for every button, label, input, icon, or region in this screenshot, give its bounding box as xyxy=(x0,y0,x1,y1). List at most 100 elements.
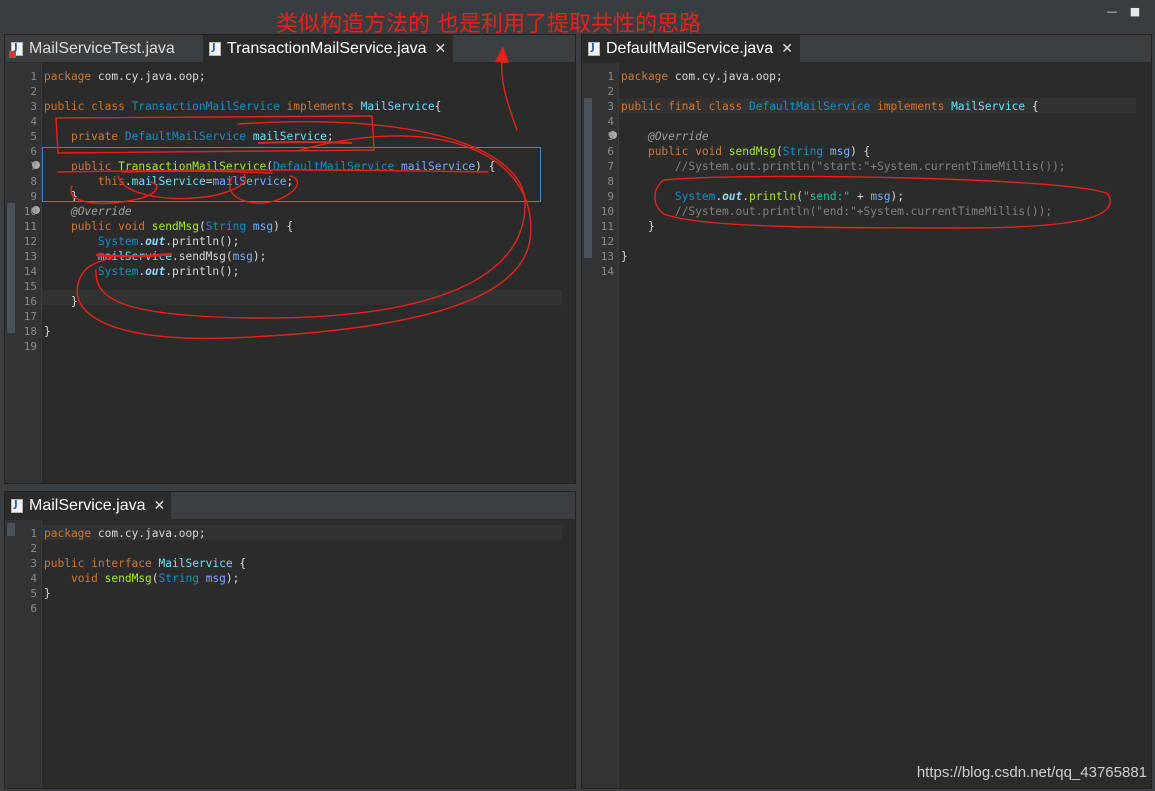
line-number: 11 xyxy=(23,220,37,233)
code-token: MailService xyxy=(360,100,435,113)
code-token: } xyxy=(44,325,51,338)
line-number: 2 xyxy=(30,85,37,98)
code-line[interactable]: @Override xyxy=(621,129,709,144)
line-number: 15 xyxy=(23,280,37,293)
code-token: { xyxy=(239,557,247,570)
code-line[interactable]: //System.out.println("start:"+System.cur… xyxy=(621,159,1066,174)
code-editor[interactable]: 1 2 3 4 5 6 package com.cy.java.oop; public in… xyxy=(5,520,575,788)
code-token: sendMsg xyxy=(151,220,199,233)
line-number-gutter: 1 2 3 4 5 6 7 8 9 10 11 12 13 14 15 16 17 18 19 xyxy=(5,63,42,483)
watermark: https://blog.csdn.net/qq_43765881 xyxy=(916,764,1147,781)
minimize-icon[interactable]: — xyxy=(1106,6,1118,18)
tab-mail-service[interactable]: MailService.java ✕ xyxy=(5,492,171,520)
code-token: public interface xyxy=(44,557,159,570)
code-token: public final class xyxy=(621,100,749,113)
editor-pane-mail-service: MailService.java ✕ 1 2 3 4 5 6 package com.cy… xyxy=(4,491,576,789)
tab-transaction-mail-service[interactable]: TransactionMailService.java ✕ xyxy=(203,35,453,63)
code-token: sendMsg xyxy=(104,572,152,585)
code-area[interactable]: package com.cy.java.oop; public interface… xyxy=(42,520,575,788)
code-line[interactable]: } xyxy=(44,294,78,309)
tab-strip: DefaultMailService.java ✕ xyxy=(582,35,1151,63)
code-token: msg xyxy=(205,572,226,585)
code-token: { xyxy=(434,100,442,113)
code-line[interactable]: public interface MailService { xyxy=(44,556,246,571)
code-line[interactable]: public void sendMsg(String msg) { xyxy=(44,219,293,234)
tab-strip: MailService.java ✕ xyxy=(5,492,575,520)
code-token: } xyxy=(621,220,655,233)
code-line[interactable]: mailService.sendMsg(msg); xyxy=(44,249,266,264)
code-line[interactable]: @Override xyxy=(44,204,132,219)
tab-label: MailService.java xyxy=(29,497,146,514)
code-editor[interactable]: 1 2 3 4 5 6 7 8 9 10 11 12 13 14 package com.cy.java.… xyxy=(582,63,1151,788)
code-line[interactable]: } xyxy=(621,249,628,264)
line-number-gutter: 1 2 3 4 5 6 xyxy=(5,520,42,788)
code-token: } xyxy=(44,295,78,308)
tab-default-mail-service[interactable]: DefaultMailService.java ✕ xyxy=(582,35,800,63)
code-token: System xyxy=(97,265,139,278)
tab-label: MailServiceTest.java xyxy=(29,40,175,57)
code-line[interactable]: private DefaultMailService mailService; xyxy=(44,129,334,144)
code-token: ( xyxy=(198,220,206,233)
code-token: } xyxy=(44,587,51,600)
code-token: msg xyxy=(829,145,851,158)
line-number: 9 xyxy=(607,190,614,203)
code-line[interactable]: void sendMsg(String msg); xyxy=(44,571,239,586)
line-number: 2 xyxy=(30,542,37,555)
code-token: String xyxy=(782,145,830,158)
line-number: 10 xyxy=(600,205,614,218)
code-token: "send:" xyxy=(802,190,851,203)
code-token: mailService xyxy=(252,130,327,143)
line-number: 1 xyxy=(30,527,37,540)
code-editor[interactable]: 1 2 3 4 5 6 7 8 9 10 11 12 13 14 15 16 17 18 19 package co… xyxy=(5,63,575,483)
line-number: 8 xyxy=(30,175,37,188)
code-line[interactable]: System.out.println("send:" + msg); xyxy=(621,189,904,204)
close-icon[interactable]: ✕ xyxy=(434,41,446,57)
tab-mail-service-test[interactable]: MailServiceTest.java xyxy=(5,35,201,63)
code-token: ) { xyxy=(273,220,294,233)
code-area[interactable]: package com.cy.java.oop; public final cla… xyxy=(619,63,1151,788)
line-number: 2 xyxy=(607,85,614,98)
line-number: 4 xyxy=(30,572,37,585)
line-number: 8 xyxy=(607,175,614,188)
close-icon[interactable]: ✕ xyxy=(781,41,793,57)
code-token: System xyxy=(674,190,716,203)
line-number: 5 xyxy=(30,587,37,600)
code-token: sendMsg xyxy=(728,145,776,158)
code-line[interactable]: package com.cy.java.oop; xyxy=(621,69,783,84)
code-line[interactable]: } xyxy=(44,586,51,601)
maximize-icon[interactable]: ■ xyxy=(1129,6,1141,18)
code-token: com.cy.java.oop; xyxy=(97,527,206,540)
line-number: 17 xyxy=(23,310,37,323)
code-token: public class xyxy=(44,100,132,113)
code-line[interactable]: package com.cy.java.oop; xyxy=(44,69,206,84)
code-token: package xyxy=(44,527,98,540)
code-area[interactable]: package com.cy.java.oop; public class Tra… xyxy=(42,63,575,483)
code-token: out xyxy=(722,190,743,203)
code-line[interactable]: } xyxy=(621,219,655,234)
code-line[interactable]: package com.cy.java.oop; xyxy=(44,526,206,541)
code-line[interactable]: public void sendMsg(String msg) { xyxy=(621,144,870,159)
code-token: ); xyxy=(225,572,240,585)
code-line[interactable]: } xyxy=(44,324,51,339)
code-line[interactable]: System.out.println(); xyxy=(44,234,239,249)
code-line[interactable]: public class TransactionMailService impl… xyxy=(44,99,441,114)
code-token: msg xyxy=(870,190,891,203)
close-icon[interactable]: ✕ xyxy=(153,498,165,514)
code-token: ( xyxy=(775,145,783,158)
code-line[interactable]: //System.out.println("end:"+System.curre… xyxy=(621,204,1052,219)
code-token: .sendMsg( xyxy=(171,250,233,263)
code-line[interactable]: public final class DefaultMailService im… xyxy=(621,99,1039,114)
code-token: msg xyxy=(232,250,253,263)
change-marker xyxy=(584,98,592,258)
line-number: 1 xyxy=(607,70,614,83)
code-line[interactable]: System.out.println(); xyxy=(44,264,239,279)
code-token: com.cy.java.oop; xyxy=(97,70,206,83)
